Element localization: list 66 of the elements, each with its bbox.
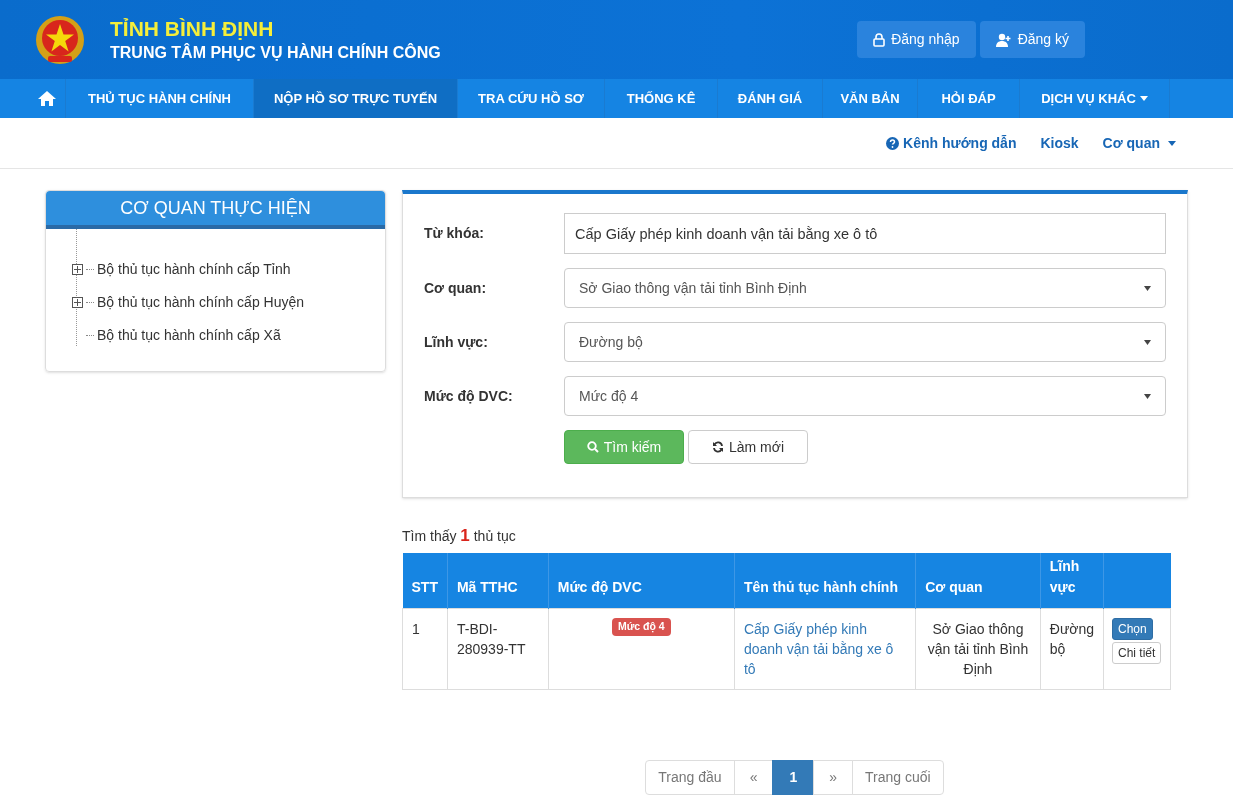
column-header: STT [402,552,448,609]
column-header: Tên thủ tục hành chính [734,552,916,609]
caret-icon [1139,96,1148,101]
select-field[interactable]: Đường bộ [564,322,1166,362]
column-header: Mức độ DVC [548,552,735,609]
site-subtitle: TRUNG TÂM PHỤC VỤ HÀNH CHÍNH CÔNG [110,45,441,61]
tree-connector [86,302,94,303]
nav-link[interactable]: HỎI ĐÁP [918,79,1020,118]
detail-button[interactable]: Chi tiết [1112,642,1162,664]
nav-link[interactable]: VĂN BẢN [823,79,918,118]
nav-link[interactable]: NỘP HỒ SƠ TRỰC TUYẾN [254,79,458,118]
select-field[interactable]: Sở Giao thông vận tải tỉnh Bình Định [564,268,1166,308]
arrow-link[interactable]: « [733,760,774,795]
search-icon [586,441,599,453]
caret-icon [1168,140,1176,146]
keyword-input[interactable]: Cấp Giấy phép kinh doanh vận tải bằng xe ô tô [564,213,1166,254]
expand-icon[interactable] [72,297,83,308]
table-cell: T-BDI-280939-TT [447,608,549,690]
tree-item[interactable]: Bộ thủ tục hành chính cấp Tỉnh [97,259,291,280]
register-button[interactable]: Đăng ký [979,21,1085,58]
kiosk-link[interactable]: Kiosk [1040,132,1079,154]
home-icon [37,91,56,106]
nav-link[interactable]: THỐNG KÊ [605,79,718,118]
login-button[interactable]: Đăng nhập [857,21,976,58]
arrow-link[interactable]: » [813,760,854,795]
agency-dropdown[interactable]: Cơ quan [1102,132,1176,154]
column-header: Lĩnh vực [1040,552,1104,609]
table-cell: Sở Giao thông vận tải tỉnh Bình Định [915,608,1041,690]
page-link[interactable]: 1 [772,760,815,795]
field-label: Mức độ DVC: [424,386,514,406]
caret-icon [1144,393,1151,399]
field-label: Từ khóa: [424,224,485,243]
column-header: Cơ quan [915,552,1041,609]
search-button[interactable]: Tìm kiếm [564,430,684,464]
choose-button[interactable]: Chọn [1112,618,1153,640]
nav-link[interactable]: DỊCH VỤ KHÁC [1020,79,1170,118]
result-summary: Tìm thấy 1 thủ tục [402,525,517,547]
tree-connector [86,335,94,336]
column-header [1103,552,1171,609]
pagination-link[interactable]: Trang cuối [852,760,944,795]
caret-icon [1144,339,1151,345]
emblem-icon [34,13,86,66]
tree-item[interactable]: Bộ thủ tục hành chính cấp Xã [97,325,281,346]
guide-link[interactable]: Kênh hướng dẫn [886,132,1017,154]
lock-icon [873,32,886,47]
help-icon [886,136,900,150]
tree-item[interactable]: Bộ thủ tục hành chính cấp Huyện [97,292,305,313]
select-field[interactable]: Mức độ 4 [564,376,1166,416]
table-cell: 1 [402,608,448,690]
refresh-icon [711,441,724,453]
table-cell: Đường bộ [1040,608,1104,690]
nav-link[interactable]: ĐÁNH GIÁ [718,79,823,118]
field-label: Lĩnh vực: [424,332,489,352]
procedure-link[interactable]: Cấp Giấy phép kinh doanh vận tải bằng xe ô tô [743,619,907,679]
level-badge: Mức độ 4 [612,618,671,636]
column-header: Mã TTHC [447,552,549,609]
tree-connector [86,269,94,270]
field-label: Cơ quan: [424,278,488,298]
caret-icon [1144,285,1151,291]
sidebar-title: CƠ QUAN THỰC HIỆN [46,191,385,229]
nav-link[interactable]: TRA CỨU HỒ SƠ [458,79,605,118]
expand-icon[interactable] [72,264,83,275]
user-plus-icon [995,32,1012,47]
reset-button[interactable]: Làm mới [688,430,808,464]
pagination-link[interactable]: Trang đầu [645,760,735,795]
site-title: TỈNH BÌNH ĐỊNH [110,18,275,39]
